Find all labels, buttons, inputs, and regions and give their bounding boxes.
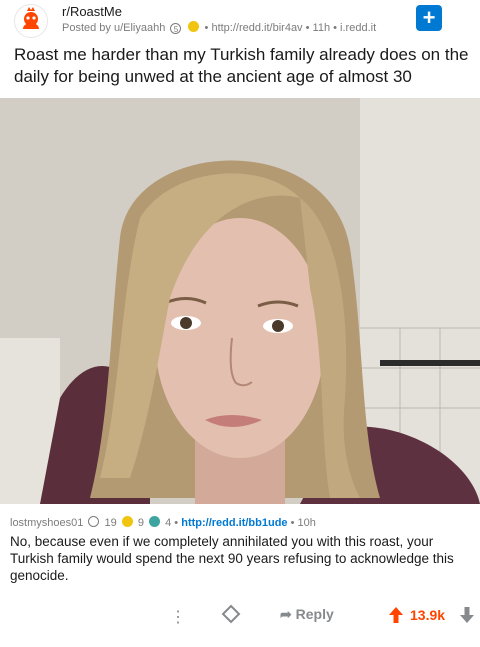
comment-text: No, because even if we completely annihi… xyxy=(10,534,454,583)
comment-author[interactable]: lostmyshoes01 xyxy=(10,517,83,529)
comment-meta: lostmyshoes01 19 9 4 • http://redd.it/bb… xyxy=(10,516,316,529)
comment-age: 10h xyxy=(297,517,316,529)
silver-award-icon xyxy=(88,516,100,527)
vote-score: 13.9k xyxy=(410,607,446,623)
post-domain[interactable]: i.redd.it xyxy=(340,22,376,34)
gold-award-icon xyxy=(121,516,133,527)
post-title[interactable]: Roast me harder than my Turkish family a… xyxy=(14,44,474,88)
comment-silver-count: 19 xyxy=(104,517,117,529)
comment-gold-count: 9 xyxy=(137,517,144,529)
more-options-icon[interactable]: ⋮ xyxy=(170,607,186,627)
comment-plat-count: 4 xyxy=(165,517,172,529)
post-age: 11h xyxy=(312,22,331,34)
post-header: r/RoastMe Posted by u/Eliyaahh 5 • http:… xyxy=(0,0,480,40)
post-author[interactable]: Posted by u/Eliyaahh xyxy=(62,22,165,34)
upvote-icon[interactable] xyxy=(388,606,404,629)
silver-award-icon: 5 xyxy=(170,23,182,34)
comment-shortlink[interactable]: http://redd.it/bb1ude xyxy=(181,517,287,529)
reply-button[interactable]: ➦ Reply xyxy=(280,606,334,623)
platinum-award-icon xyxy=(149,516,161,527)
post-shortlink[interactable]: http://redd.it/bir4av xyxy=(211,22,302,34)
downvote-icon[interactable] xyxy=(459,606,475,629)
subreddit-name[interactable]: r/RoastMe xyxy=(62,4,122,19)
subreddit-logo-icon[interactable] xyxy=(14,4,48,38)
post-image[interactable] xyxy=(0,98,480,504)
gift-icon[interactable] xyxy=(221,604,241,624)
reply-icon: ➦ xyxy=(280,606,292,622)
post-meta: Posted by u/Eliyaahh 5 • http://redd.it/… xyxy=(62,21,377,34)
reply-label: Reply xyxy=(295,606,334,622)
gold-award-icon xyxy=(188,21,200,32)
add-button[interactable]: + xyxy=(416,5,442,31)
